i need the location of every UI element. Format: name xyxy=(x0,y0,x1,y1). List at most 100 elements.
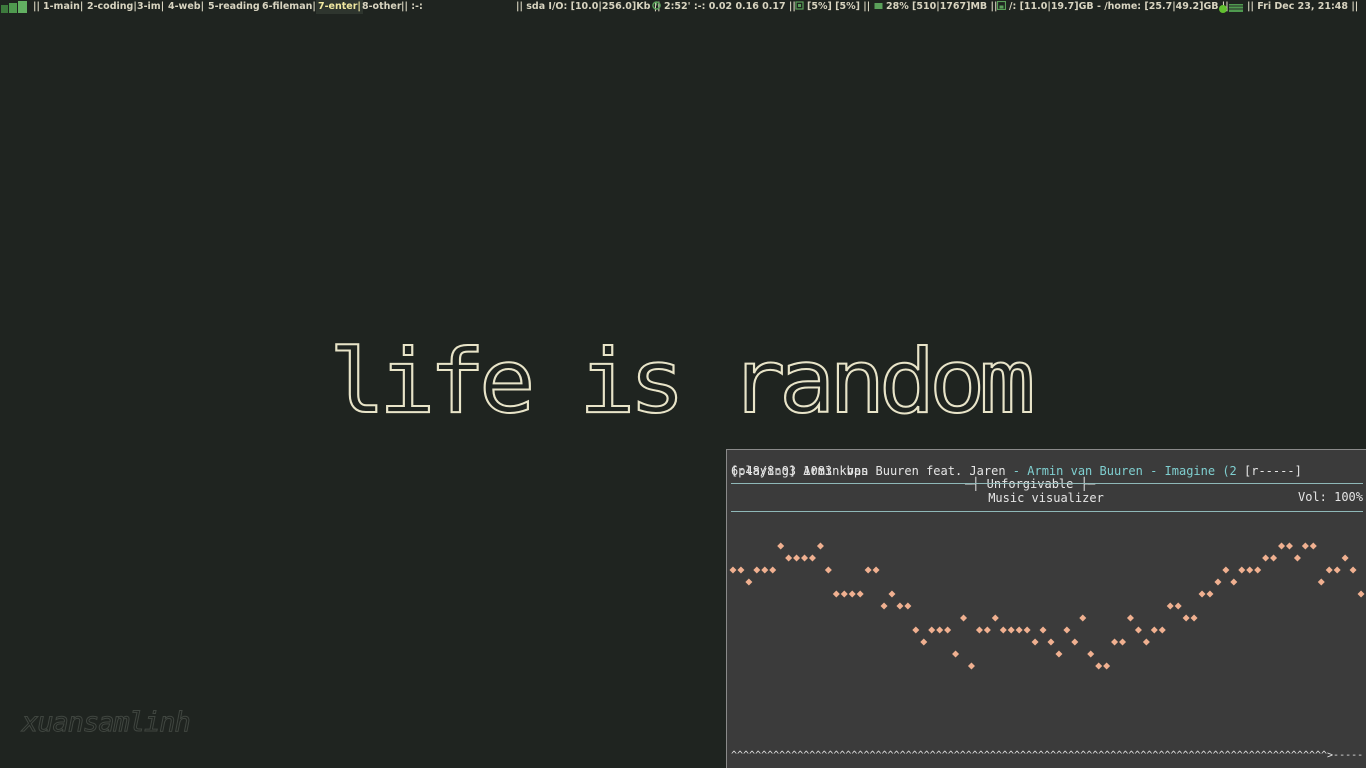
visualizer-dot xyxy=(912,626,920,634)
visualizer-dot xyxy=(1015,626,1023,634)
visualizer-dot xyxy=(944,626,952,634)
date-time: || Fri Dec 23, 21:48 || xyxy=(1247,1,1359,12)
visualizer-dot xyxy=(952,650,960,658)
visualizer-dot xyxy=(1142,638,1150,646)
visualizer-dot xyxy=(991,614,999,622)
tiles-icon xyxy=(1,0,27,13)
visualizer-dot xyxy=(808,554,816,562)
visualizer-dot xyxy=(1333,566,1341,574)
visualizer-dot xyxy=(1039,626,1047,634)
visualizer-dot xyxy=(896,602,904,610)
visualizer-dot xyxy=(1230,578,1238,586)
visualizer-dot xyxy=(975,626,983,634)
visualizer-dot xyxy=(1198,590,1206,598)
wallpaper-headline: life is random xyxy=(328,340,1038,432)
visualizer-dot xyxy=(832,590,840,598)
workspace-4-web[interactable]: 4-web| xyxy=(168,0,204,14)
visualizer-dot xyxy=(1309,542,1317,550)
title-divider xyxy=(731,511,1363,512)
visualizer-dot xyxy=(904,602,912,610)
progress-bar[interactable]: ^^^^^^^^^^^^^^^^^^^^^^^^^^^^^^^^^^^^^^^^… xyxy=(731,750,1363,762)
visualizer-dot xyxy=(967,662,975,670)
visualizer-dot xyxy=(1301,542,1309,550)
player-state: [playing] xyxy=(731,464,797,478)
visualizer-dot xyxy=(1126,614,1134,622)
wallpaper-signature: xuansamlinh xyxy=(22,707,192,739)
header-divider xyxy=(731,483,1363,484)
visualizer-dot xyxy=(1278,542,1286,550)
uptime-load-text: 2:52' :-: 0.02 0.16 0.17 || xyxy=(664,1,796,12)
visualizer-dot xyxy=(888,590,896,598)
workspace-5-reading[interactable]: 5-reading xyxy=(208,0,260,14)
visualizer-dot xyxy=(840,590,848,598)
visualizer-dot xyxy=(1158,626,1166,634)
visualizer-dot xyxy=(1222,566,1230,574)
visualizer-dot xyxy=(848,590,856,598)
visualizer-dot xyxy=(1134,626,1142,634)
visualizer-dot xyxy=(1182,614,1190,622)
uptime-load: 2:52' :-: 0.02 0.16 0.17 || xyxy=(652,0,796,14)
visualizer-dot xyxy=(745,578,753,586)
workspace-2-coding[interactable]: 2-coding| xyxy=(87,0,137,14)
visualizer-dot xyxy=(761,566,769,574)
visualizer-dot xyxy=(785,554,793,562)
visualizer-dot xyxy=(777,542,785,550)
visualizer-dot xyxy=(1293,554,1301,562)
visualizer-dot xyxy=(729,566,737,574)
cpu-usage: [5%] [5%] || xyxy=(795,0,870,14)
visualizer-dot xyxy=(999,626,1007,634)
visualizer-dot xyxy=(1119,638,1127,646)
cpu-usage-text: [5%] [5%] || xyxy=(807,1,871,12)
visualizer-dot xyxy=(1246,566,1254,574)
visualizer-dot xyxy=(793,554,801,562)
visualizer-dot xyxy=(1190,614,1198,622)
bar-separator: || xyxy=(33,1,40,12)
visualizer-dot xyxy=(920,638,928,646)
visualizer-dot xyxy=(1254,566,1262,574)
visualizer-dot xyxy=(816,542,824,550)
visualizer-dot xyxy=(1023,626,1031,634)
dash-separator: - xyxy=(1005,464,1028,478)
visualizer-dot xyxy=(1071,638,1079,646)
visualizer-dot xyxy=(1063,626,1071,634)
visualizer-dot xyxy=(1111,638,1119,646)
visualizer-dot xyxy=(1262,554,1270,562)
visualizer-dot xyxy=(936,626,944,634)
visualizer-dot xyxy=(1285,542,1293,550)
visualizer-dot xyxy=(864,566,872,574)
visualizer-dot xyxy=(1047,638,1055,646)
disk-icon xyxy=(997,1,1006,10)
memory-usage-text: 28% [510|1767]MB || xyxy=(886,1,998,12)
visualizer-dot xyxy=(737,566,745,574)
visualizer-dot xyxy=(1317,578,1325,586)
visualizer-dot xyxy=(1325,566,1333,574)
visualizer-dot xyxy=(1007,626,1015,634)
visualizer-dot xyxy=(960,614,968,622)
visualizer-dot xyxy=(801,554,809,562)
track-title: ─┤ Unforgivable ├─ xyxy=(965,477,1096,491)
visualizer-dot xyxy=(1166,602,1174,610)
visualizer-dot xyxy=(880,602,888,610)
workspace-6-fileman[interactable]: 6-fileman| xyxy=(262,0,316,14)
visualizer-dot xyxy=(1087,650,1095,658)
workspace-8-other[interactable]: 8-other xyxy=(362,0,402,14)
visualizer-dot xyxy=(753,566,761,574)
visualizer-dot xyxy=(1206,590,1214,598)
visualizer-dot xyxy=(1103,662,1111,670)
workspace-7-enter[interactable]: 7-enter| xyxy=(316,0,363,14)
visualizer-dot xyxy=(1341,554,1349,562)
visualizer-dot xyxy=(856,590,864,598)
visualizer-dot xyxy=(1174,602,1182,610)
visualizer-dot xyxy=(1357,590,1365,598)
visualizer-dot xyxy=(769,566,777,574)
workspace-3-im[interactable]: 3-im| xyxy=(137,0,164,14)
music-player-terminal[interactable]: 6:48/8:03 1083 kbps ─┤ Unforgivable ├─ V… xyxy=(726,449,1366,768)
network-status xyxy=(1214,0,1244,14)
filesystem-usage-text: /: [11.0|19.7]GB - /home: [25.7|49.2]GB … xyxy=(1009,1,1229,12)
visualizer-dot xyxy=(1150,626,1158,634)
memory-icon xyxy=(874,3,883,9)
playback-flags: [r-----] xyxy=(1244,464,1302,478)
disk-io-readout: || sda I/O: [10.0|256.0]Kb || xyxy=(516,1,661,12)
workspace-1-main[interactable]: 1-main| xyxy=(43,0,83,14)
visualizer-dot xyxy=(1270,554,1278,562)
